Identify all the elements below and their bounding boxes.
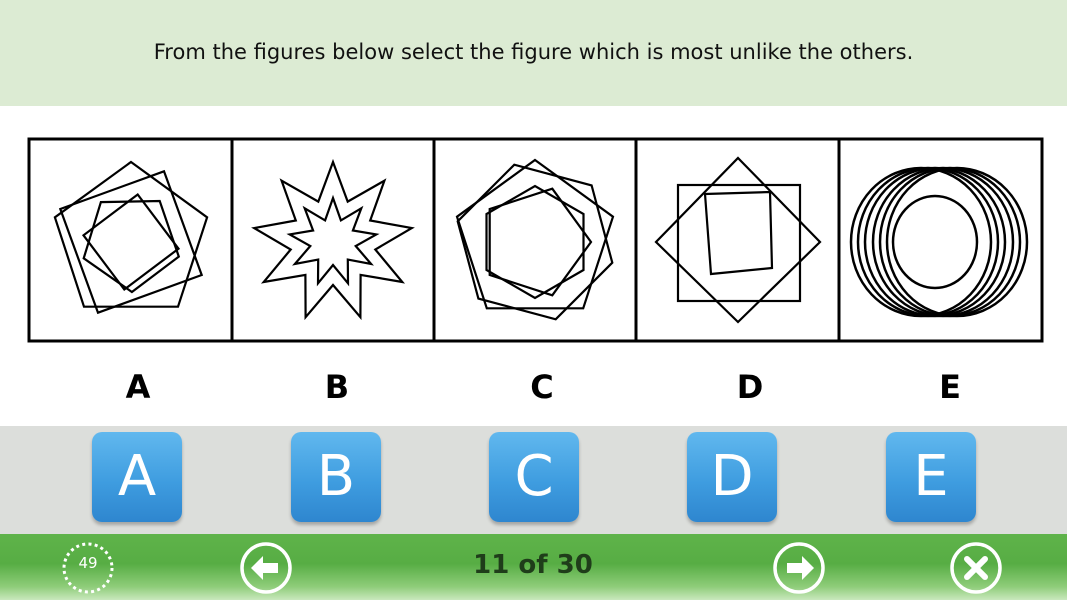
figure-label-c: C: [530, 368, 554, 406]
answer-button-b[interactable]: B: [291, 432, 381, 522]
figure-label-a: A: [125, 368, 151, 406]
figure-label-b: B: [324, 368, 350, 406]
figure-label-d: D: [736, 368, 764, 406]
answer-bar: A B C D E: [0, 426, 1067, 534]
answer-button-d[interactable]: D: [687, 432, 777, 522]
figure-a: [53, 160, 209, 315]
question-progress: 11 of 30: [473, 550, 593, 580]
figures-area: A B C D E: [0, 106, 1067, 426]
figure-d: [654, 156, 822, 324]
timer-value: 49: [78, 554, 98, 572]
answer-button-c[interactable]: C: [489, 432, 579, 522]
close-icon[interactable]: [948, 540, 1004, 596]
figure-c: [455, 158, 615, 321]
figure-b: [251, 158, 415, 321]
answer-button-a[interactable]: A: [92, 432, 182, 522]
question-bar: From the figures below select the figure…: [0, 0, 1067, 106]
figure-label-e: E: [939, 368, 961, 406]
footer-bar: 49 11 of 30: [0, 534, 1067, 600]
figure-e: [849, 166, 1029, 318]
next-arrow-icon[interactable]: [771, 540, 827, 596]
previous-arrow-icon[interactable]: [238, 540, 294, 596]
question-text: From the figures below select the figure…: [153, 40, 914, 64]
answer-button-e[interactable]: E: [886, 432, 976, 522]
